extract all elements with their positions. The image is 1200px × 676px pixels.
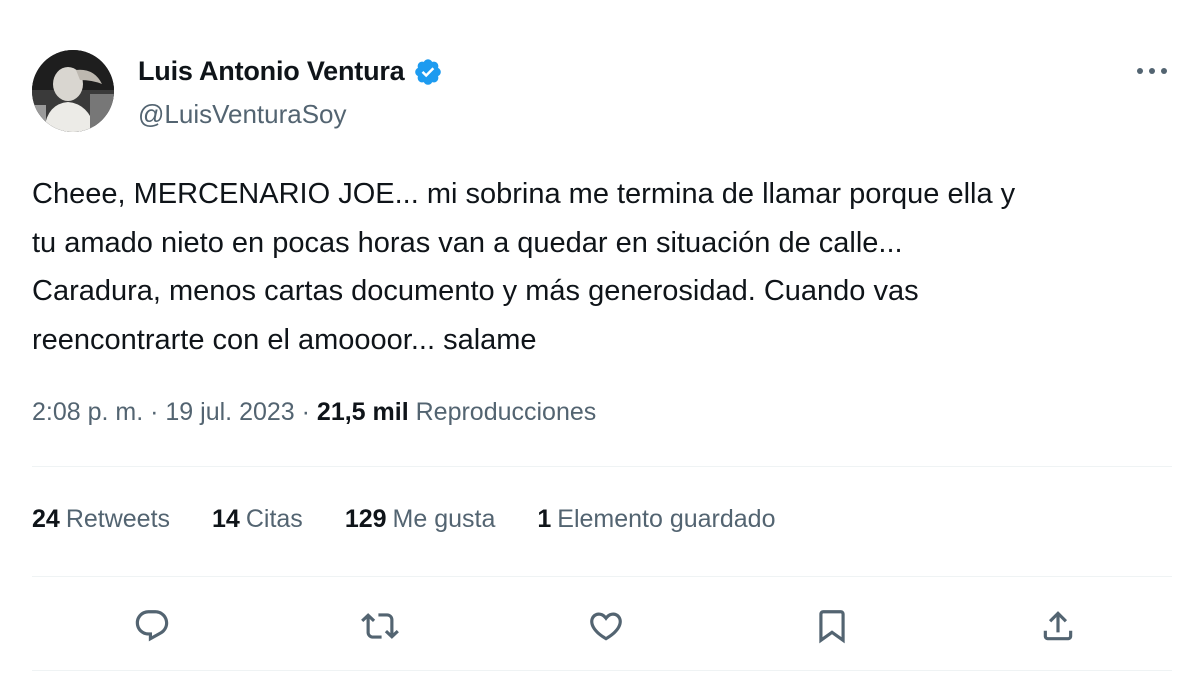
share-icon	[1043, 611, 1073, 641]
retweet-button[interactable]	[352, 598, 408, 654]
engagement-stats: 24 Retweets 14 Citas 129 Me gusta 1 Elemento…	[32, 505, 818, 534]
stat-label: Elemento guardado	[557, 505, 776, 533]
divider	[32, 670, 1172, 671]
verified-badge-icon	[413, 57, 443, 87]
tweet-text-line: Cheee, MERCENARIO JOE... mi sobrina me t…	[32, 178, 1016, 210]
author-name-row[interactable]: Luis Antonio Ventura	[138, 56, 443, 87]
tweet-meta: 2:08 p. m. · 19 jul. 2023 · 21,5 mil Rep…	[32, 398, 596, 427]
stat-label: Citas	[245, 505, 303, 533]
stat-count: 14	[212, 505, 240, 533]
stat-count: 1	[537, 505, 552, 533]
avatar-photo	[32, 50, 114, 132]
tweet-text: Cheee, MERCENARIO JOE... mi sobrina me t…	[32, 170, 1172, 364]
bookmark-button[interactable]	[804, 598, 860, 654]
stat-count: 24	[32, 505, 60, 533]
reply-icon	[135, 610, 169, 642]
author-display-name[interactable]: Luis Antonio Ventura	[138, 56, 405, 87]
author-handle[interactable]: @LuisVenturaSoy	[138, 99, 347, 130]
divider	[32, 576, 1172, 577]
reply-button[interactable]	[124, 598, 180, 654]
stat-retweets[interactable]: 24 Retweets	[32, 505, 170, 534]
tweet-time[interactable]: 2:08 p. m.	[32, 398, 143, 426]
bookmark-icon	[819, 610, 845, 644]
avatar[interactable]	[32, 50, 114, 132]
views-count: 21,5 mil	[316, 398, 409, 426]
more-dots-icon	[1137, 68, 1167, 74]
divider	[32, 466, 1172, 467]
stat-label: Retweets	[65, 505, 171, 533]
meta-separator: ·	[301, 398, 310, 426]
retweet-icon	[361, 613, 399, 639]
like-icon	[590, 612, 622, 641]
action-bar	[0, 598, 1200, 654]
share-button[interactable]	[1030, 598, 1086, 654]
stat-label: Me gusta	[392, 505, 496, 533]
tweet-text-line: tu amado nieto en pocas horas van a qued…	[32, 226, 903, 259]
tweet-card: Luis Antonio Ventura @LuisVenturaSoy Che…	[0, 0, 1200, 676]
tweet-text-line: reencontrarte con el amoooor... salame	[32, 323, 537, 356]
meta-separator: ·	[150, 398, 159, 426]
stat-quotes[interactable]: 14 Citas	[212, 505, 303, 534]
stat-likes[interactable]: 129 Me gusta	[345, 505, 496, 534]
tweet-text-line: Caradura, menos cartas documento y más g…	[32, 275, 919, 307]
tweet-date[interactable]: 19 jul. 2023	[165, 398, 294, 426]
more-options-button[interactable]	[1132, 56, 1172, 86]
like-button[interactable]	[578, 598, 634, 654]
stat-bookmarks[interactable]: 1 Elemento guardado	[537, 505, 775, 534]
stat-count: 129	[344, 505, 387, 533]
views-label: Reproducciones	[415, 398, 597, 426]
